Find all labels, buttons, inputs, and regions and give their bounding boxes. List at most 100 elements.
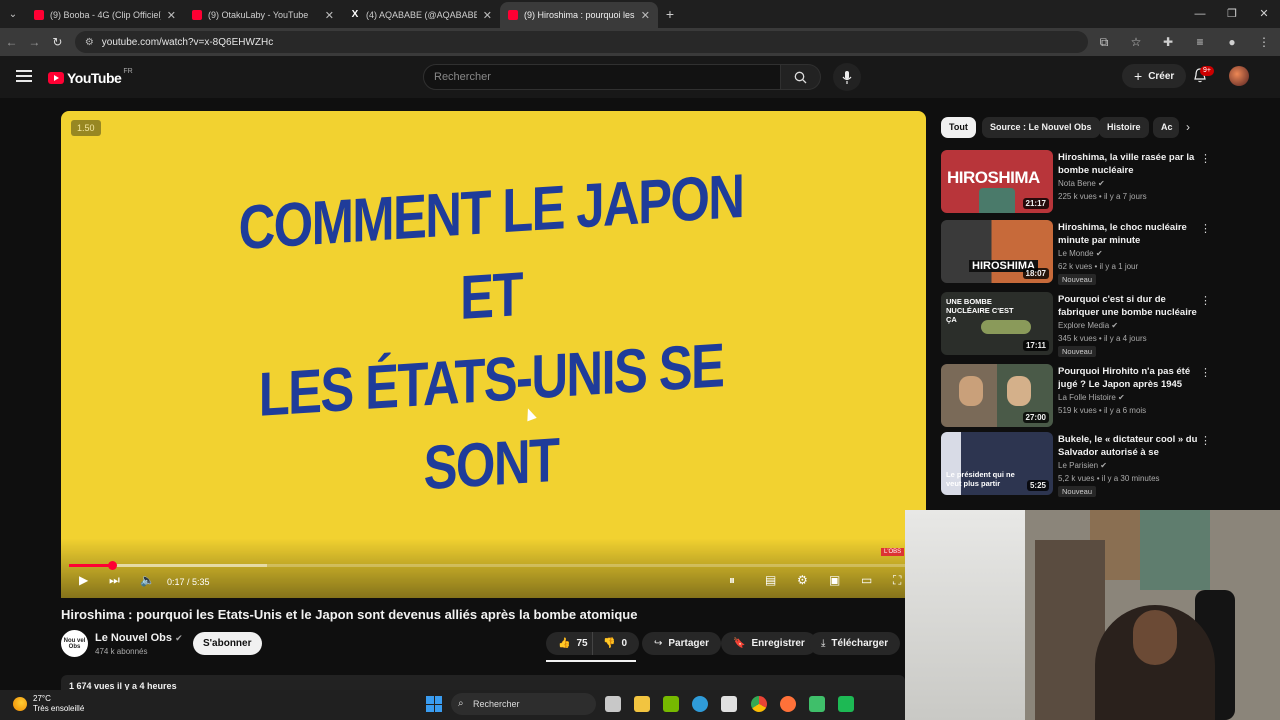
rec-channel[interactable]: Le Monde ✔ [1058,249,1103,258]
search-icon [794,71,807,83]
chip-more[interactable]: Ac [1153,117,1179,138]
rec-title[interactable]: Hiroshima, le choc nucléaire minute par … [1058,221,1198,247]
windows-start-icon[interactable] [426,696,442,712]
close-window-icon[interactable]: ✕ [1248,0,1280,28]
autoplay-toggle-icon[interactable]: ⏸ [729,573,735,588]
recommendation-item[interactable]: Le président qui ne veut plus partir 5:2… [941,432,1211,497]
rec-title[interactable]: Hiroshima, la ville rasée par la bombe n… [1058,151,1198,177]
tab-search-icon[interactable]: ⌄ [0,0,26,28]
thumbnail[interactable]: HIROSHIMA 21:17 [941,150,1053,213]
rec-title[interactable]: Bukele, le « dictateur cool » du Salvado… [1058,433,1198,459]
search-button[interactable] [781,64,821,90]
microphone-icon [842,70,852,84]
weather-sun-icon[interactable] [13,697,27,711]
play-icon[interactable]: ▶ [79,573,88,587]
app-icon[interactable] [809,696,825,712]
channel-avatar[interactable]: Nou vel Obs [61,630,88,657]
edge-icon[interactable] [692,696,708,712]
recommendation-item[interactable]: 27:00 Pourquoi Hirohito n'a pas été jugé… [941,364,1211,428]
rec-title[interactable]: Pourquoi Hirohito n'a pas été jugé ? Le … [1058,365,1198,391]
chip-all[interactable]: Tout [941,117,976,138]
theater-mode-icon[interactable]: ▭ [861,573,872,587]
thumbnail[interactable]: HIROSHIMA 18:07 [941,220,1053,283]
rec-channel[interactable]: Explore Media ✔ [1058,321,1118,330]
progress-bar[interactable] [69,561,918,570]
chip-source[interactable]: Source : Le Nouvel Obs [982,117,1100,138]
subscribe-button[interactable]: S'abonner [193,632,262,655]
more-options-icon[interactable]: ⋮ [1200,222,1211,235]
site-info-icon[interactable]: ⚙ [85,37,94,48]
file-explorer-icon[interactable] [634,696,650,712]
recommendation-item[interactable]: UNE BOMBE NUCLÉAIRE C'EST ÇA 17:11 Pourq… [941,292,1211,357]
next-icon[interactable]: ⏭ [109,573,120,588]
chrome-icon[interactable] [751,696,767,712]
like-button[interactable]: 👍 75 [546,632,598,655]
more-options-icon[interactable]: ⋮ [1200,294,1211,307]
app-icon[interactable] [838,696,854,712]
bomb-illustration [981,320,1031,334]
voice-search-button[interactable] [833,63,861,91]
create-button[interactable]: + Créer [1122,64,1187,88]
maximize-icon[interactable]: ❐ [1216,0,1248,28]
thumbnail[interactable]: UNE BOMBE NUCLÉAIRE C'EST ÇA 17:11 [941,292,1053,355]
rec-title[interactable]: Pourquoi c'est si dur de fabriquer une b… [1058,293,1198,319]
rec-channel[interactable]: La Folle Histoire ✔ [1058,393,1125,402]
close-icon[interactable]: ✕ [167,9,176,22]
chevron-right-icon[interactable]: › [1186,120,1190,134]
thumbnail[interactable]: Le président qui ne veut plus partir 5:2… [941,432,1053,495]
search-input[interactable]: Rechercher [423,64,781,90]
extensions-icon[interactable]: ✚ [1152,35,1184,50]
miniplayer-icon[interactable]: ▣ [829,573,840,587]
more-options-icon[interactable]: ⋮ [1200,434,1211,447]
share-button[interactable]: ↪ Partager [642,632,721,655]
forward-icon[interactable]: → [23,35,46,49]
firefox-icon[interactable] [780,696,796,712]
store-icon[interactable] [721,696,737,712]
rec-meta: 225 k vues • il y a 7 jours [1058,192,1147,201]
nvidia-icon[interactable] [663,696,679,712]
browser-tab-0[interactable]: (9) Booba - 4G (Clip Officiel) - Y ✕ [26,2,184,28]
bookmark-star-icon[interactable]: ☆ [1120,35,1152,50]
browser-tab-1[interactable]: (9) OtakuLaby - YouTube ✕ [184,2,342,28]
channel-name[interactable]: Le Nouvel Obs ✔ [95,632,183,644]
browser-tab-2[interactable]: X (4) AQABABE (@AQABABE_) / X ✕ [342,2,500,28]
url-field[interactable]: ⚙ youtube.com/watch?v=x-8Q6EHWZHc [74,31,1089,53]
logo-text: YouTube [67,70,122,86]
close-icon[interactable]: ✕ [325,9,334,22]
recommendation-item[interactable]: HIROSHIMA 18:07 Hiroshima, le choc nuclé… [941,220,1211,285]
dislike-button[interactable]: 👎 0 [592,632,640,655]
back-icon[interactable]: ← [0,35,23,49]
close-icon[interactable]: ✕ [483,9,492,22]
thumbnail[interactable]: 27:00 [941,364,1053,427]
fullscreen-icon[interactable]: ⛶ [893,573,901,588]
more-options-icon[interactable]: ⋮ [1200,152,1211,165]
download-button[interactable]: ⤓ Télécharger [809,632,901,655]
minimize-icon[interactable]: — [1184,0,1216,28]
volume-icon[interactable]: 🔈 [140,573,155,587]
account-avatar[interactable] [1229,66,1249,86]
menu-hamburger-icon[interactable] [16,70,32,82]
webcam-face [1133,610,1177,665]
weather-widget[interactable]: 27°C Très ensoleillé [33,694,84,714]
taskbar-search[interactable]: ⌕ Rechercher [451,693,596,715]
subtitles-icon[interactable]: ▤ [765,573,776,587]
browser-tab-3[interactable]: (9) Hiroshima : pourquoi les Etats ✕ [500,2,658,28]
media-icon[interactable]: ≡ [1184,35,1216,50]
save-button[interactable]: 🔖 Enregistrer [721,632,817,655]
browser-menu-icon[interactable]: ⋮ [1248,35,1280,50]
youtube-logo[interactable]: YouTube FR [48,68,133,86]
more-options-icon[interactable]: ⋮ [1200,366,1211,379]
rec-channel[interactable]: Nota Bene ✔ [1058,179,1105,188]
video-player[interactable]: 1.50 COMMENT LE JAPON ET LES ÉTATS-UNIS … [61,111,926,598]
chip-history[interactable]: Histoire [1099,117,1149,138]
youtube-play-icon [48,72,64,84]
profile-icon[interactable]: ● [1216,35,1248,50]
close-icon[interactable]: ✕ [641,9,650,22]
new-tab-button[interactable]: + [658,6,682,22]
install-icon[interactable]: ⧉ [1088,35,1120,50]
recommendation-item[interactable]: HIROSHIMA 21:17 Hiroshima, la ville rasé… [941,150,1211,214]
rec-channel[interactable]: Le Parisien ✔ [1058,461,1107,470]
reload-icon[interactable]: ↻ [46,35,69,49]
task-view-icon[interactable] [605,696,621,712]
settings-gear-icon[interactable]: ⚙ [797,573,808,587]
